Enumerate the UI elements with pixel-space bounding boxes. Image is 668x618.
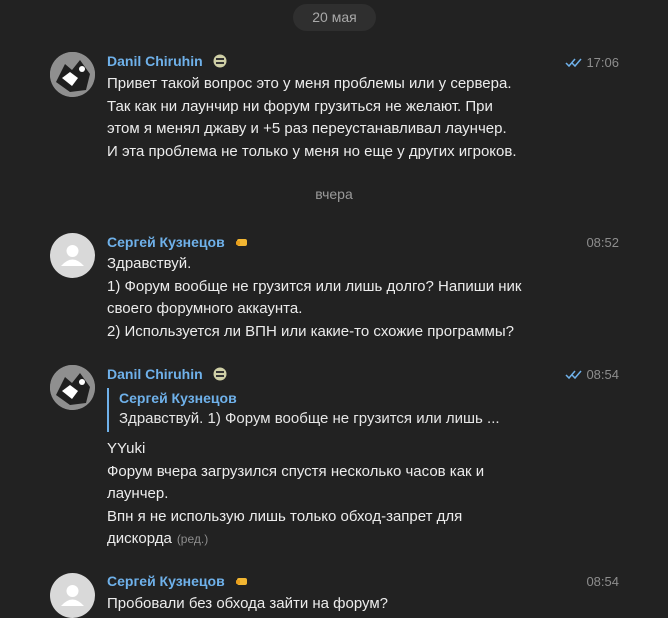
message-time: 08:54 [586, 574, 619, 589]
reply-quote[interactable]: Сергей Кузнецов Здравствуй. 1) Форум воо… [107, 388, 537, 432]
message-text: Пробовали без обхода зайти на форум? [107, 595, 389, 612]
avatar[interactable] [50, 233, 95, 278]
avatar[interactable] [50, 365, 95, 410]
author-name[interactable]: Danil Chiruhin [107, 53, 227, 69]
emoji-badge-icon [213, 367, 227, 381]
author-name[interactable]: Сергей Кузнецов [107, 234, 249, 250]
reply-author: Сергей Кузнецов [119, 390, 237, 406]
double-check-icon [565, 370, 583, 380]
default-user-icon [61, 245, 84, 266]
message-text: Здравствуй. 1) Форум вообще не грузится … [107, 255, 522, 340]
avatar[interactable] [50, 52, 95, 97]
author-name[interactable]: Danil Chiruhin [107, 366, 227, 382]
default-user-icon [61, 585, 84, 606]
message-text: Привет такой вопрос это у меня проблемы … [107, 75, 517, 160]
fist-emoji-icon [235, 578, 247, 585]
double-check-icon [565, 58, 583, 68]
message-time: 08:54 [565, 367, 619, 382]
emoji-badge-icon [213, 54, 227, 68]
avatar[interactable] [50, 573, 95, 618]
reply-text: Здравствуй. 1) Форум вообще не грузится … [119, 410, 500, 427]
message-text: YYuki Форум вчера загрузился спустя неск… [107, 440, 485, 547]
date-separator: вчера [315, 186, 353, 202]
message-time: 17:06 [565, 55, 619, 70]
edited-label: (ред.) [176, 532, 209, 546]
fist-emoji-icon [235, 239, 247, 246]
message-time: 08:52 [586, 235, 619, 250]
author-name[interactable]: Сергей Кузнецов [107, 573, 249, 589]
date-separator-pill: 20 мая [293, 4, 376, 31]
